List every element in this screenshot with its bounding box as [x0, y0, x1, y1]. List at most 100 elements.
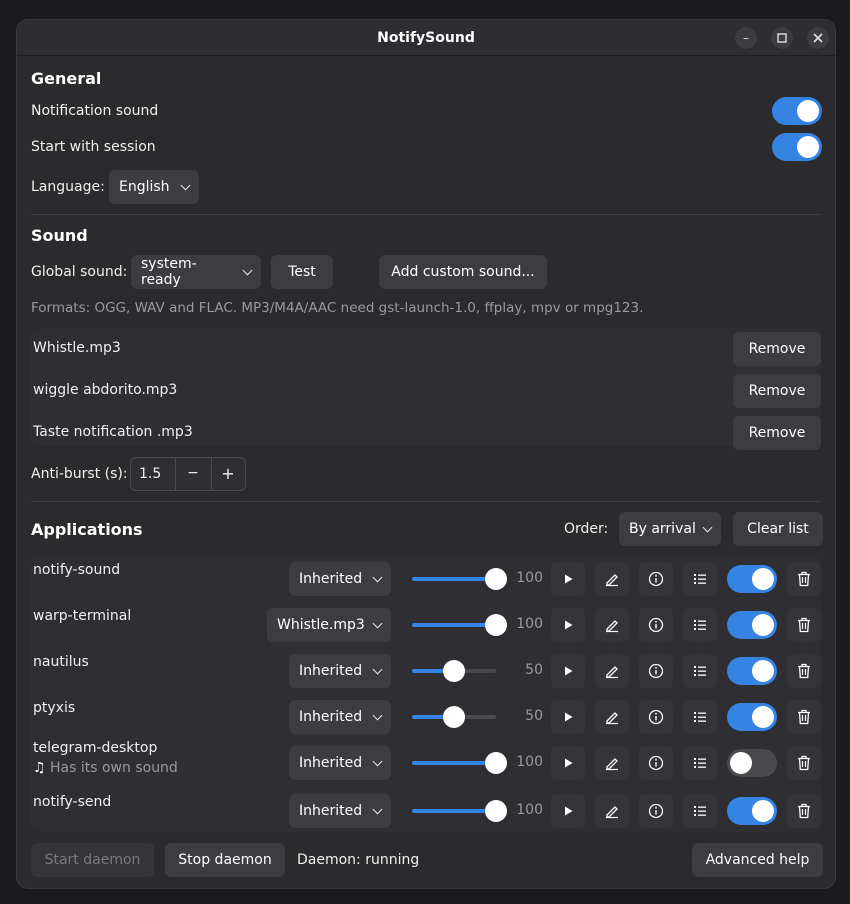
increase-button[interactable]: + [211, 464, 245, 483]
edit-button[interactable] [595, 700, 629, 734]
list-icon [694, 620, 706, 630]
app-enabled-toggle[interactable] [727, 749, 777, 777]
language-label: Language: [31, 179, 105, 195]
slider-thumb[interactable] [443, 706, 465, 728]
app-volume-slider[interactable] [412, 706, 496, 728]
delete-button[interactable] [787, 794, 821, 828]
order-label: Order: [564, 521, 609, 537]
list-button[interactable] [683, 794, 717, 828]
slider-thumb[interactable] [443, 660, 465, 682]
info-button[interactable] [639, 794, 673, 828]
app-sound-dropdown[interactable]: Inherited [289, 654, 391, 688]
info-icon [648, 803, 664, 819]
play-button[interactable] [551, 746, 585, 780]
app-enabled-toggle[interactable] [727, 797, 777, 825]
start-with-session-toggle[interactable] [772, 133, 822, 161]
info-button[interactable] [639, 608, 673, 642]
maximize-button[interactable] [771, 27, 793, 49]
app-sound-dropdown[interactable]: Whistle.mp3 [267, 608, 391, 642]
delete-button[interactable] [787, 562, 821, 596]
edit-button[interactable] [595, 794, 629, 828]
app-sound-dropdown[interactable]: Inherited [289, 700, 391, 734]
play-button[interactable] [551, 562, 585, 596]
list-button[interactable] [683, 562, 717, 596]
stop-daemon-button[interactable]: Stop daemon [165, 843, 285, 877]
minimize-icon: – [743, 31, 749, 45]
edit-button[interactable] [595, 746, 629, 780]
clear-list-button[interactable]: Clear list [733, 512, 823, 546]
info-icon [648, 617, 664, 633]
delete-button[interactable] [787, 654, 821, 688]
language-dropdown[interactable]: English [109, 170, 199, 204]
language-value: English [119, 179, 170, 195]
maximize-icon [777, 33, 787, 43]
list-button[interactable] [683, 654, 717, 688]
decrease-button[interactable]: − [175, 465, 211, 481]
info-button[interactable] [639, 562, 673, 596]
close-button[interactable] [807, 27, 829, 49]
app-volume-slider[interactable] [412, 752, 507, 774]
list-button[interactable] [683, 746, 717, 780]
add-custom-sound-button[interactable]: Add custom sound... [379, 255, 547, 289]
edit-icon [606, 758, 618, 771]
delete-button[interactable] [787, 746, 821, 780]
info-button[interactable] [639, 654, 673, 688]
info-button[interactable] [639, 746, 673, 780]
app-name: ptyxis [33, 700, 76, 716]
app-name: nautilus [33, 654, 89, 670]
antiburst-value[interactable]: 1.5 [139, 466, 161, 482]
edit-button[interactable] [595, 562, 629, 596]
remove-button[interactable]: Remove [733, 374, 821, 408]
divider [31, 501, 821, 502]
custom-sound-name: wiggle abdorito.mp3 [33, 382, 178, 398]
trash-icon [798, 709, 810, 725]
app-name: telegram-desktop [33, 740, 158, 756]
test-button[interactable]: Test [271, 255, 333, 289]
start-with-session-label: Start with session [31, 139, 156, 155]
app-volume-slider[interactable] [412, 800, 507, 822]
app-sound-dropdown[interactable]: Inherited [289, 746, 391, 780]
advanced-help-button[interactable]: Advanced help [692, 843, 823, 877]
order-value: By arrival [629, 521, 696, 537]
minimize-button[interactable]: – [735, 27, 757, 49]
play-button[interactable] [551, 608, 585, 642]
list-button[interactable] [683, 608, 717, 642]
edit-icon [606, 574, 618, 587]
notification-sound-toggle[interactable] [772, 97, 822, 125]
play-button[interactable] [551, 654, 585, 688]
edit-button[interactable] [595, 608, 629, 642]
play-button[interactable] [551, 700, 585, 734]
app-sound-dropdown[interactable]: Inherited [289, 562, 391, 596]
edit-icon [606, 806, 618, 819]
trash-icon [798, 617, 810, 633]
chevron-down-icon [372, 664, 383, 674]
remove-button[interactable]: Remove [733, 332, 821, 366]
delete-button[interactable] [787, 700, 821, 734]
app-enabled-toggle[interactable] [727, 703, 777, 731]
app-volume-slider[interactable] [412, 614, 507, 636]
trash-icon [798, 571, 810, 587]
remove-button[interactable]: Remove [733, 416, 821, 450]
app-volume-slider[interactable] [412, 660, 496, 682]
app-sound-dropdown[interactable]: Inherited [289, 794, 391, 828]
order-dropdown[interactable]: By arrival [619, 512, 721, 546]
app-sound-value: Inherited [299, 571, 363, 587]
list-icon [694, 758, 706, 768]
app-name: warp-terminal [33, 608, 132, 624]
list-button[interactable] [683, 700, 717, 734]
play-icon [565, 620, 573, 630]
edit-button[interactable] [595, 654, 629, 688]
delete-button[interactable] [787, 608, 821, 642]
app-enabled-toggle[interactable] [727, 611, 777, 639]
play-button[interactable] [551, 794, 585, 828]
global-sound-dropdown[interactable]: system-ready [131, 255, 261, 289]
app-enabled-toggle[interactable] [727, 565, 777, 593]
app-enabled-toggle[interactable] [727, 657, 777, 685]
start-daemon-button[interactable]: Start daemon [31, 843, 154, 877]
app-volume-slider[interactable] [412, 568, 507, 590]
chevron-down-icon [372, 710, 383, 720]
list-icon [694, 806, 706, 816]
info-button[interactable] [639, 700, 673, 734]
list-icon [694, 666, 706, 676]
app-row: telegram-desktop ♫ Has its own sound Inh… [31, 740, 823, 786]
